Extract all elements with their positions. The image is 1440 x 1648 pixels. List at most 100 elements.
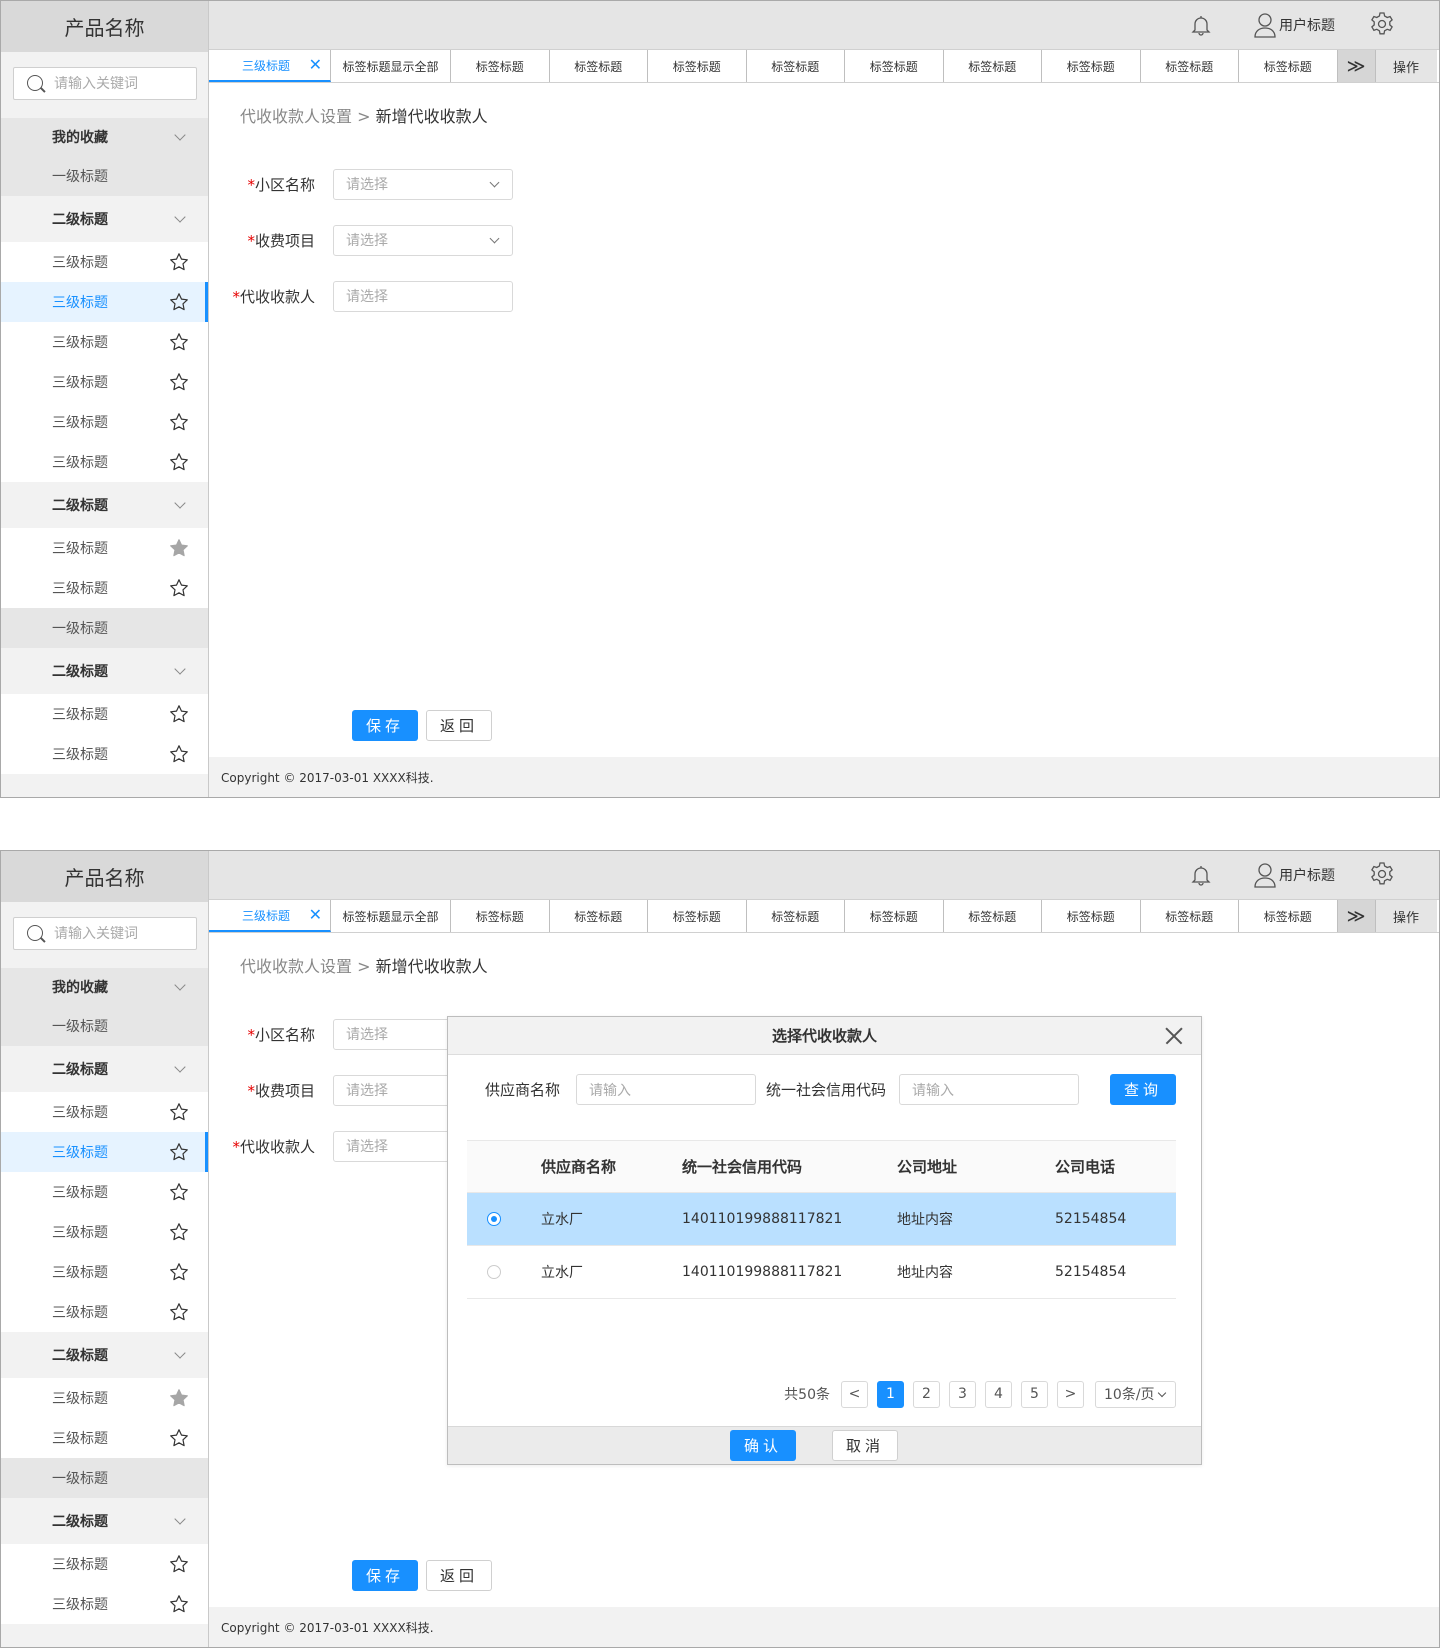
tab[interactable]: 标签标题 [845, 900, 944, 932]
sidebar-item-level3[interactable]: 三级标题 [1, 1584, 208, 1624]
sidebar-item-level3[interactable]: 三级标题 [1, 242, 208, 282]
tab-active[interactable]: 三级标题 ✕ [209, 900, 331, 932]
sidebar-group-favorites[interactable]: 我的收藏 [1, 968, 208, 1006]
sidebar-item-level2[interactable]: 二级标题 [1, 1498, 208, 1544]
page-button[interactable]: 5 [1021, 1380, 1048, 1408]
tab[interactable]: 标签标题显示全部 [331, 900, 451, 932]
chevron-down-icon[interactable] [174, 1347, 186, 1359]
chevron-down-icon[interactable] [174, 497, 186, 509]
star-icon[interactable] [169, 1182, 189, 1202]
tab[interactable]: 标签标题 [1141, 900, 1239, 932]
supplier-name-input[interactable]: 请输入 [576, 1074, 756, 1105]
sidebar-item-level3[interactable]: 三级标题 [1, 442, 208, 482]
star-icon[interactable] [169, 1594, 189, 1614]
page-size-select[interactable]: 10条/页 [1095, 1380, 1176, 1408]
star-icon[interactable] [169, 372, 189, 392]
more-tabs-icon[interactable]: ≫ [1337, 50, 1376, 82]
star-filled-icon[interactable] [169, 538, 189, 558]
gear-icon[interactable] [1369, 11, 1395, 37]
sidebar-item-level3[interactable]: 三级标题 [1, 282, 208, 322]
search-input[interactable] [54, 75, 184, 92]
sidebar-item-level2[interactable]: 二级标题 [1, 1046, 208, 1092]
star-icon[interactable] [169, 1222, 189, 1242]
sidebar-item-level1[interactable]: 一级标题 [1, 1458, 208, 1498]
page-button[interactable]: 1 [877, 1380, 904, 1408]
star-icon[interactable] [169, 332, 189, 352]
close-icon[interactable]: ✕ [309, 907, 322, 923]
sidebar-item-level3[interactable]: 三级标题 [1, 568, 208, 608]
star-icon[interactable] [169, 1142, 189, 1162]
sidebar-item-level2[interactable]: 二级标题 [1, 196, 208, 242]
tab-operations-button[interactable]: 操作 [1375, 900, 1437, 932]
user-menu[interactable]: 用户标题 [1253, 861, 1335, 889]
star-icon[interactable] [169, 292, 189, 312]
tab[interactable]: 标签标题 [1042, 50, 1141, 82]
chevron-down-icon[interactable] [174, 1061, 186, 1073]
tab[interactable]: 标签标题 [1141, 50, 1239, 82]
star-icon[interactable] [169, 744, 189, 764]
tab[interactable]: 标签标题 [550, 900, 648, 932]
star-icon[interactable] [169, 1302, 189, 1322]
sidebar-search[interactable] [13, 917, 197, 950]
bell-icon[interactable] [1189, 13, 1213, 37]
star-filled-icon[interactable] [169, 1388, 189, 1408]
sidebar-item-level3[interactable]: 三级标题 [1, 1092, 208, 1132]
sidebar-item-level3[interactable]: 三级标题 [1, 322, 208, 362]
table-row[interactable]: 立水厂 140110199888117821 地址内容 52154854 [467, 1246, 1176, 1299]
tab[interactable]: 标签标题 [747, 900, 845, 932]
page-button[interactable]: 2 [913, 1380, 940, 1408]
sidebar-item-level3[interactable]: 三级标题 [1, 1544, 208, 1584]
user-menu[interactable]: 用户标题 [1253, 11, 1335, 39]
star-icon[interactable] [169, 1428, 189, 1448]
star-icon[interactable] [169, 578, 189, 598]
tab[interactable]: 标签标题 [944, 50, 1042, 82]
page-button[interactable]: 4 [985, 1380, 1012, 1408]
back-button[interactable]: 返回 [426, 710, 492, 741]
breadcrumb-parent[interactable]: 代收收款人设置 [240, 957, 352, 976]
sidebar-item-level3[interactable]: 三级标题 [1, 1212, 208, 1252]
star-icon[interactable] [169, 452, 189, 472]
tab[interactable]: 标签标题 [648, 900, 747, 932]
sidebar-item-level1[interactable]: 一级标题 [1, 608, 208, 648]
sidebar-item-level3[interactable]: 三级标题 [1, 1132, 208, 1172]
star-icon[interactable] [169, 1262, 189, 1282]
more-tabs-icon[interactable]: ≫ [1337, 900, 1376, 932]
search-input[interactable] [54, 925, 184, 942]
sidebar-item-level2[interactable]: 二级标题 [1, 1332, 208, 1378]
tab[interactable]: 标签标题 [747, 50, 845, 82]
sidebar-item-level3[interactable]: 三级标题 [1, 528, 208, 568]
tab[interactable]: 标签标题 [451, 50, 550, 82]
save-button[interactable]: 保存 [352, 710, 418, 741]
close-icon[interactable] [1165, 1027, 1183, 1045]
star-icon[interactable] [169, 412, 189, 432]
back-button[interactable]: 返回 [426, 1560, 492, 1591]
payee-field[interactable]: 请选择 [333, 280, 513, 312]
chevron-down-icon[interactable] [174, 979, 186, 991]
star-icon[interactable] [169, 1102, 189, 1122]
sidebar-group-favorites[interactable]: 我的收藏 [1, 118, 208, 156]
sidebar-item-level3[interactable]: 三级标题 [1, 694, 208, 734]
tab[interactable]: 标签标题显示全部 [331, 50, 451, 82]
star-icon[interactable] [169, 252, 189, 272]
page-button[interactable]: 3 [949, 1380, 976, 1408]
tab[interactable]: 标签标题 [550, 50, 648, 82]
tab[interactable]: 标签标题 [648, 50, 747, 82]
sidebar-item-level2[interactable]: 二级标题 [1, 482, 208, 528]
sidebar-item-level3[interactable]: 三级标题 [1, 1378, 208, 1418]
tab[interactable]: 标签标题 [1239, 900, 1338, 932]
sidebar-item-level3[interactable]: 三级标题 [1, 734, 208, 774]
cancel-button[interactable]: 取消 [832, 1430, 898, 1461]
sidebar-item-level3[interactable]: 三级标题 [1, 1292, 208, 1332]
sidebar-item-level1[interactable]: 一级标题 [1, 1006, 208, 1046]
sidebar-item-level3[interactable]: 三级标题 [1, 402, 208, 442]
sidebar-item-level3[interactable]: 三级标题 [1, 1252, 208, 1292]
chevron-down-icon[interactable] [174, 129, 186, 141]
next-page-button[interactable]: > [1057, 1380, 1084, 1408]
tab[interactable]: 标签标题 [1239, 50, 1338, 82]
close-icon[interactable]: ✕ [309, 57, 322, 73]
tab-active[interactable]: 三级标题 ✕ [209, 50, 331, 82]
prev-page-button[interactable]: < [841, 1380, 868, 1408]
sidebar-item-level2[interactable]: 二级标题 [1, 648, 208, 694]
tab[interactable]: 标签标题 [451, 900, 550, 932]
sidebar-item-level3[interactable]: 三级标题 [1, 1172, 208, 1212]
